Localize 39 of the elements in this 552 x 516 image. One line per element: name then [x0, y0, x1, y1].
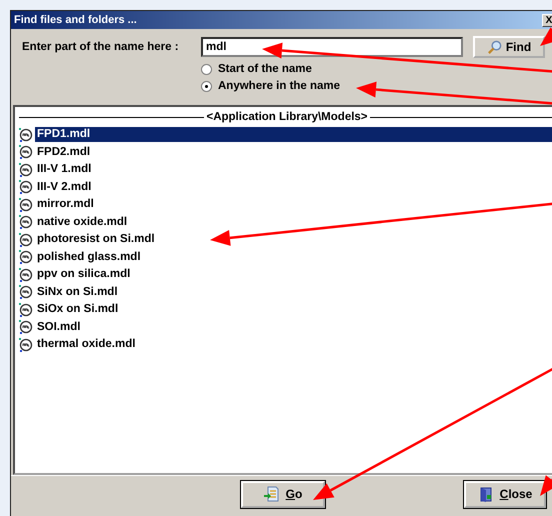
- search-icon: [486, 40, 502, 54]
- document-arrow-icon: [264, 486, 280, 502]
- file-icon: [19, 250, 33, 264]
- find-button[interactable]: Find: [473, 36, 545, 58]
- folder-header: <Application Library\Models>: [206, 111, 368, 123]
- file-icon: [19, 198, 33, 212]
- file-icon: [19, 162, 33, 177]
- close-button[interactable]: Close: [464, 480, 546, 508]
- file-item[interactable]: SiOx on Si.mdl: [35, 302, 552, 318]
- file-icon: [19, 268, 33, 282]
- file-item[interactable]: photoresist on Si.mdl: [35, 232, 552, 248]
- file-icon: [19, 338, 33, 352]
- file-item[interactable]: III-V 1.mdl: [35, 162, 552, 178]
- file-icon: [19, 320, 33, 334]
- file-icon: [19, 302, 33, 317]
- file-item[interactable]: mirror.mdl: [35, 197, 552, 212]
- file-item[interactable]: FPD2.mdl: [35, 144, 552, 160]
- file-item[interactable]: native oxide.mdl: [35, 214, 552, 230]
- file-icon: [19, 128, 33, 142]
- file-item[interactable]: III-V 2.mdl: [35, 180, 552, 195]
- close-button[interactable]: X: [542, 14, 552, 26]
- file-item[interactable]: SOI.mdl: [35, 320, 552, 335]
- door-icon: [478, 486, 494, 502]
- file-icon: [19, 180, 33, 194]
- file-item[interactable]: polished glass.mdl: [35, 250, 552, 265]
- file-item[interactable]: ppv on silica.mdl: [35, 267, 552, 282]
- match-radio[interactable]: Anywhere in the name: [201, 80, 552, 92]
- window-title: Find files and folders ...: [14, 14, 137, 26]
- file-item[interactable]: thermal oxide.mdl: [35, 337, 552, 352]
- name-label: Enter part of the name here :: [22, 41, 180, 53]
- file-icon: [19, 285, 33, 300]
- file-item[interactable]: FPD1.mdl: [35, 127, 552, 142]
- file-icon: [19, 232, 33, 247]
- file-item[interactable]: SiNx on Si.mdl: [35, 284, 552, 300]
- go-button[interactable]: Go: [241, 480, 325, 508]
- match-radio[interactable]: Start of the name: [201, 63, 552, 75]
- name-field[interactable]: mdl: [201, 37, 463, 57]
- file-icon: [19, 215, 33, 230]
- file-icon: [19, 145, 33, 160]
